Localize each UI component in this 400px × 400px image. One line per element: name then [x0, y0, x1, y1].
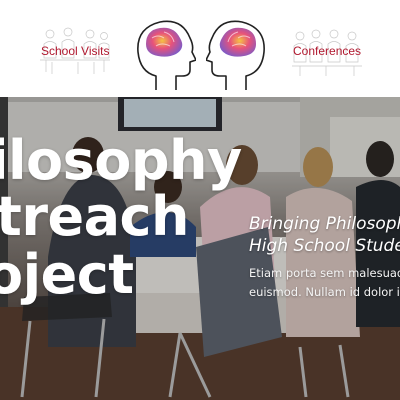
hero-title-line1: ilosophy: [0, 129, 242, 192]
nav-school-visits-link[interactable]: School Visits: [41, 44, 109, 58]
site-header: School Visits Conferences: [0, 0, 400, 97]
hero-description-line2: euismod. Nullam id dolor id: [249, 285, 400, 299]
hero-subtitle-line2: High School Student: [249, 236, 400, 256]
hero-description: Etiam porta sem malesuada euismod. Nulla…: [249, 264, 400, 302]
brain-head-icon: [137, 20, 196, 90]
hero-description-line1: Etiam porta sem malesuada: [249, 266, 400, 280]
hero-subtitle: Bringing Philosophy High School Student: [249, 213, 400, 257]
hero-banner: ilosophy treach oject Bringing Philosop h…: [0, 97, 400, 400]
nav-conferences-link[interactable]: Conferences: [293, 44, 361, 58]
brain-head-icon: [206, 20, 265, 90]
hero-title-line2: treach: [0, 185, 189, 248]
hero-title-line3: oject: [0, 243, 134, 306]
hero-subtitle-line1: Bringing Philosophy: [249, 214, 400, 234]
